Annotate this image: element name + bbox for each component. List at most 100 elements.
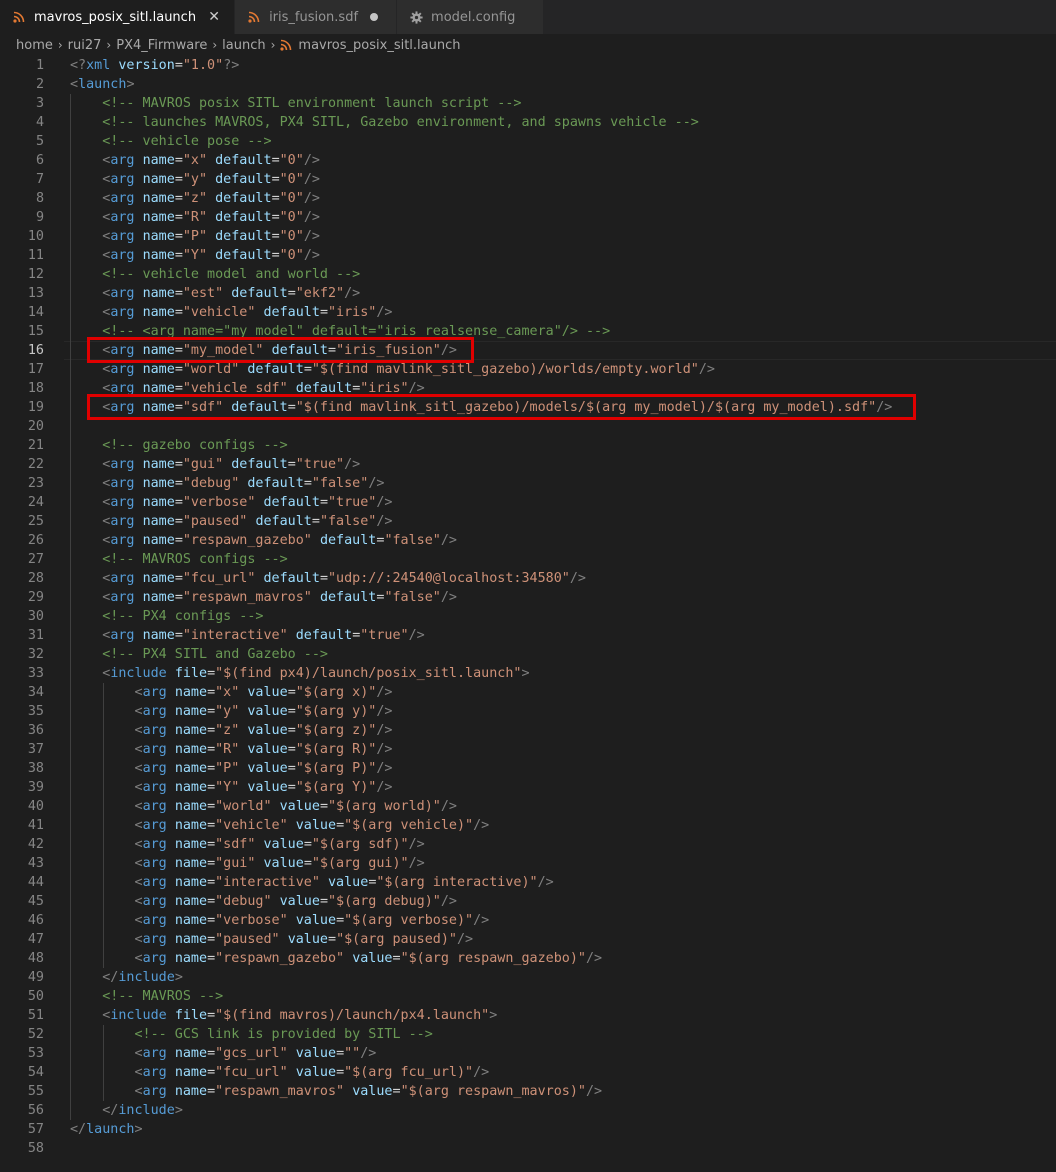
indent-guide: [102, 683, 104, 968]
code-text: <arg name="est" default="ekf2"/>: [102, 286, 361, 301]
code-line[interactable]: 26 <arg name="respawn_gazebo" default="f…: [0, 531, 1056, 550]
code-line[interactable]: 25 <arg name="paused" default="false"/>: [0, 512, 1056, 531]
code-line[interactable]: 40 <arg name="world" value="$(arg world)…: [0, 797, 1056, 816]
code-line[interactable]: 27 <!-- MAVROS configs -->: [0, 550, 1056, 569]
breadcrumb-item[interactable]: home: [16, 38, 53, 53]
breadcrumb: home › rui27 › PX4_Firmware › launch › mavros_po…: [0, 34, 1056, 56]
code-line[interactable]: 56 </include>: [0, 1101, 1056, 1120]
code-line[interactable]: 43 <arg name="gui" value="$(arg gui)"/>: [0, 854, 1056, 873]
code-text: <arg name="respawn_mavros" value="$(arg …: [134, 1084, 603, 1099]
code-line[interactable]: 30 <!-- PX4 configs -->: [0, 607, 1056, 626]
code-text: <include file="$(find mavros)/launch/px4…: [102, 1008, 498, 1023]
code-line[interactable]: 37 <arg name="R" value="$(arg R)"/>: [0, 740, 1056, 759]
line-number: 47: [27, 932, 44, 947]
code-line[interactable]: 52 <!-- GCS link is provided by SITL -->: [0, 1025, 1056, 1044]
code-line[interactable]: 48 <arg name="respawn_gazebo" value="$(a…: [0, 949, 1056, 968]
close-icon[interactable]: ✕: [206, 9, 222, 25]
code-line[interactable]: 3 <!-- MAVROS posix SITL environment lau…: [0, 94, 1056, 113]
line-number: 25: [27, 514, 44, 529]
line-number: 52: [27, 1027, 44, 1042]
line-number: 5: [35, 134, 44, 149]
code-line[interactable]: 33 <include file="$(find px4)/launch/pos…: [0, 664, 1056, 683]
code-text: </include>: [102, 970, 183, 985]
breadcrumb-item[interactable]: launch: [222, 38, 265, 53]
line-number: 24: [27, 495, 44, 510]
code-line[interactable]: 22 <arg name="gui" default="true"/>: [0, 455, 1056, 474]
tab-model-config[interactable]: model.config: [397, 0, 545, 34]
code-line[interactable]: 32 <!-- PX4 SITL and Gazebo -->: [0, 645, 1056, 664]
gear-icon: [409, 10, 423, 24]
code-line[interactable]: 7 <arg name="y" default="0"/>: [0, 170, 1056, 189]
code-editor[interactable]: 1 <?xml version="1.0"?> 2 <launch> 3 <!-- MA…: [0, 56, 1056, 1172]
code-text: <arg name="interactive" default="true"/>: [102, 628, 425, 643]
code-line[interactable]: 58: [0, 1139, 1056, 1158]
code-line[interactable]: 24 <arg name="verbose" default="true"/>: [0, 493, 1056, 512]
code-line[interactable]: 53 <arg name="gcs_url" value=""/>: [0, 1044, 1056, 1063]
code-line[interactable]: 14 <arg name="vehicle" default="iris"/>: [0, 303, 1056, 322]
code-line[interactable]: 21 <!-- gazebo configs -->: [0, 436, 1056, 455]
code-line[interactable]: 44 <arg name="interactive" value="$(arg …: [0, 873, 1056, 892]
code-text: <arg name="gui" value="$(arg gui)"/>: [134, 856, 425, 871]
line-number: 58: [27, 1141, 44, 1156]
line-number: 54: [27, 1065, 44, 1080]
code-line[interactable]: 34 <arg name="x" value="$(arg x)"/>: [0, 683, 1056, 702]
code-text: <launch>: [70, 77, 135, 92]
breadcrumb-item[interactable]: PX4_Firmware: [116, 38, 207, 53]
code-line[interactable]: 6 <arg name="x" default="0"/>: [0, 151, 1056, 170]
code-line[interactable]: 11 <arg name="Y" default="0"/>: [0, 246, 1056, 265]
code-line[interactable]: 9 <arg name="R" default="0"/>: [0, 208, 1056, 227]
code-line[interactable]: 50 <!-- MAVROS -->: [0, 987, 1056, 1006]
code-line[interactable]: 55 <arg name="respawn_mavros" value="$(a…: [0, 1082, 1056, 1101]
code-line[interactable]: 8 <arg name="z" default="0"/>: [0, 189, 1056, 208]
line-number: 38: [27, 761, 44, 776]
line-number: 20: [27, 419, 44, 434]
code-text: <arg name="z" default="0"/>: [102, 191, 320, 206]
line-number: 51: [27, 1008, 44, 1023]
line-number: 26: [27, 533, 44, 548]
line-number: 14: [27, 305, 44, 320]
code-line[interactable]: 28 <arg name="fcu_url" default="udp://:2…: [0, 569, 1056, 588]
line-number: 29: [27, 590, 44, 605]
indent-guide: [70, 94, 71, 1120]
code-line[interactable]: 2 <launch>: [0, 75, 1056, 94]
line-number: 12: [27, 267, 44, 282]
code-line[interactable]: 12 <!-- vehicle model and world -->: [0, 265, 1056, 284]
code-line[interactable]: 13 <arg name="est" default="ekf2"/>: [0, 284, 1056, 303]
code-line[interactable]: 42 <arg name="sdf" value="$(arg sdf)"/>: [0, 835, 1056, 854]
code-text: <?xml version="1.0"?>: [70, 58, 240, 73]
code-line[interactable]: 51 <include file="$(find mavros)/launch/…: [0, 1006, 1056, 1025]
line-number: 32: [27, 647, 44, 662]
code-line[interactable]: 31 <arg name="interactive" default="true…: [0, 626, 1056, 645]
code-line[interactable]: 39 <arg name="Y" value="$(arg Y)"/>: [0, 778, 1056, 797]
line-number: 16: [27, 343, 44, 358]
code-line[interactable]: 5 <!-- vehicle pose -->: [0, 132, 1056, 151]
code-line[interactable]: 23 <arg name="debug" default="false"/>: [0, 474, 1056, 493]
code-line[interactable]: 35 <arg name="y" value="$(arg y)"/>: [0, 702, 1056, 721]
tab-iris-fusion-sdf[interactable]: iris_fusion.sdf: [235, 0, 398, 34]
breadcrumb-item[interactable]: rui27: [68, 38, 102, 53]
code-line[interactable]: 38 <arg name="P" value="$(arg P)"/>: [0, 759, 1056, 778]
tab-label: iris_fusion.sdf: [269, 9, 359, 25]
code-line[interactable]: 57 </launch>: [0, 1120, 1056, 1139]
code-line[interactable]: 29 <arg name="respawn_mavros" default="f…: [0, 588, 1056, 607]
code-line[interactable]: 46 <arg name="verbose" value="$(arg verb…: [0, 911, 1056, 930]
breadcrumb-item[interactable]: mavros_posix_sitl.launch: [280, 38, 460, 53]
rss-icon: [280, 39, 292, 51]
unsaved-dot-icon[interactable]: [370, 13, 379, 21]
code-line[interactable]: 1 <?xml version="1.0"?>: [0, 56, 1056, 75]
code-line[interactable]: 10 <arg name="P" default="0"/>: [0, 227, 1056, 246]
code-text: <arg name="P" value="$(arg P)"/>: [134, 761, 393, 776]
line-number: 34: [27, 685, 44, 700]
code-line[interactable]: 47 <arg name="paused" value="$(arg pause…: [0, 930, 1056, 949]
code-line[interactable]: 36 <arg name="z" value="$(arg z)"/>: [0, 721, 1056, 740]
code-text: <include file="$(find px4)/launch/posix_…: [102, 666, 530, 681]
code-line[interactable]: 54 <arg name="fcu_url" value="$(arg fcu_…: [0, 1063, 1056, 1082]
line-number: 45: [27, 894, 44, 909]
code-text: <arg name="respawn_mavros" default="fals…: [102, 590, 457, 605]
tab-mavros-posix-sitl-launch[interactable]: mavros_posix_sitl.launch ✕: [0, 0, 236, 34]
code-line[interactable]: 41 <arg name="vehicle" value="$(arg vehi…: [0, 816, 1056, 835]
code-line[interactable]: 49 </include>: [0, 968, 1056, 987]
line-number: 10: [27, 229, 44, 244]
code-line[interactable]: 45 <arg name="debug" value="$(arg debug)…: [0, 892, 1056, 911]
code-line[interactable]: 4 <!-- launches MAVROS, PX4 SITL, Gazebo…: [0, 113, 1056, 132]
